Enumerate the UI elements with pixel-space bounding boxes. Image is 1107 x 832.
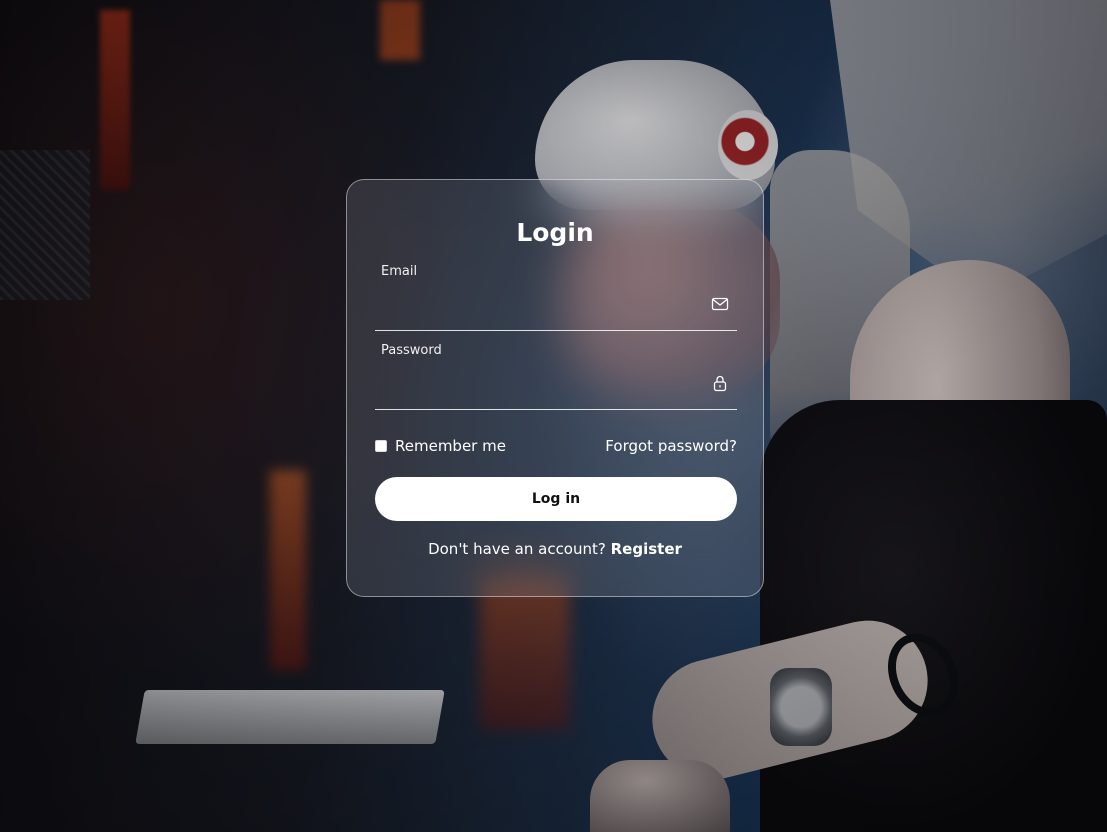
- password-field: Password: [375, 339, 737, 410]
- email-input[interactable]: [381, 290, 695, 322]
- login-options-row: Remember me Forgot password?: [375, 437, 737, 459]
- email-field: Email: [375, 260, 737, 331]
- register-link[interactable]: Register: [611, 540, 682, 558]
- register-prompt: Don't have an account?: [428, 540, 611, 558]
- forgot-password-link[interactable]: Forgot password?: [605, 437, 737, 455]
- register-row: Don't have an account? Register: [347, 540, 763, 558]
- login-button[interactable]: Log in: [375, 477, 737, 521]
- remember-me-toggle[interactable]: Remember me: [375, 437, 506, 455]
- remember-me-checkbox[interactable]: [375, 440, 387, 452]
- login-card: Login Email Password Remember me Forgot …: [346, 179, 764, 597]
- password-input[interactable]: [381, 369, 695, 401]
- password-label: Password: [381, 343, 442, 358]
- remember-me-label: Remember me: [395, 437, 506, 455]
- envelope-icon: [711, 295, 729, 313]
- login-title: Login: [516, 218, 594, 247]
- email-label: Email: [381, 264, 418, 279]
- lock-icon: [711, 374, 729, 392]
- login-page: Login Email Password Remember me Forgot …: [0, 0, 1107, 832]
